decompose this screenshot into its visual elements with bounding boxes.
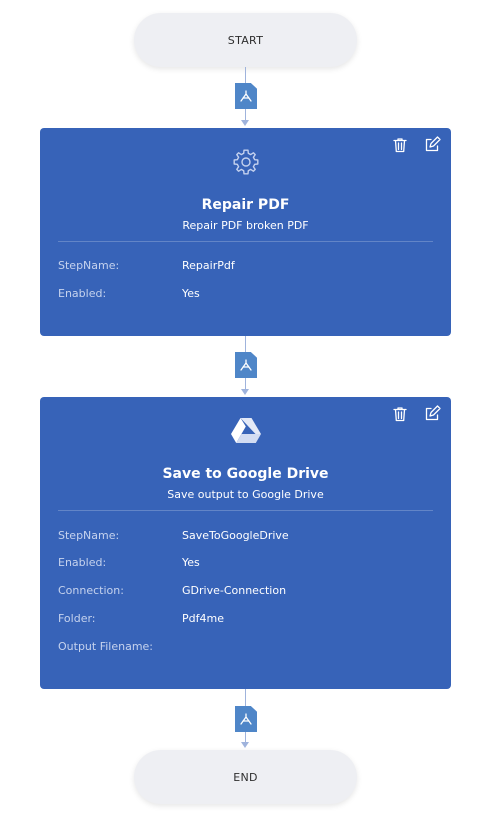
start-label: START [227,33,264,47]
property-value: Yes [182,556,200,569]
property-label: StepName: [58,529,120,542]
property-label: Output Filename: [58,640,154,653]
step-subtitle: Save output to Google Drive [167,488,324,501]
connector-line [245,732,246,742]
property-value: SaveToGoogleDrive [182,529,289,542]
connector-line [245,109,246,120]
connector-line [245,67,246,83]
property-value: Yes [182,287,200,300]
connector-line [245,378,246,389]
property-label: Enabled: [58,556,107,569]
property-value: Pdf4me [182,612,224,625]
property-label: Enabled: [58,287,107,300]
card-divider [58,510,433,511]
step-title: Repair PDF [201,197,290,213]
card-divider [58,241,433,242]
property-label: StepName: [58,259,120,272]
end-node[interactable]: END [134,750,357,804]
step-title: Save to Google Drive [162,466,329,482]
google-drive-icon [230,417,262,449]
property-value: RepairPdf [182,259,235,272]
step-card-save-to-google-drive[interactable]: Save to Google Drive Save output to Goog… [40,397,451,689]
pdf-file-icon[interactable] [235,352,257,378]
step-subtitle: Repair PDF broken PDF [182,219,309,232]
gear-icon [231,147,261,181]
arrow-down-icon [241,120,249,126]
arrow-down-icon [241,389,249,395]
arrow-down-icon [241,742,249,748]
pdf-file-icon[interactable] [235,83,257,109]
start-node[interactable]: START [134,13,357,67]
end-label: END [233,770,258,784]
property-value: GDrive-Connection [182,584,287,597]
property-label: Connection: [58,584,124,597]
pdf-file-icon[interactable] [235,706,257,732]
connector-line [245,689,246,706]
step-card-repair-pdf[interactable]: Repair PDF Repair PDF broken PDF StepNam… [40,128,451,336]
connector-line [245,336,246,352]
property-label: Folder: [58,612,96,625]
